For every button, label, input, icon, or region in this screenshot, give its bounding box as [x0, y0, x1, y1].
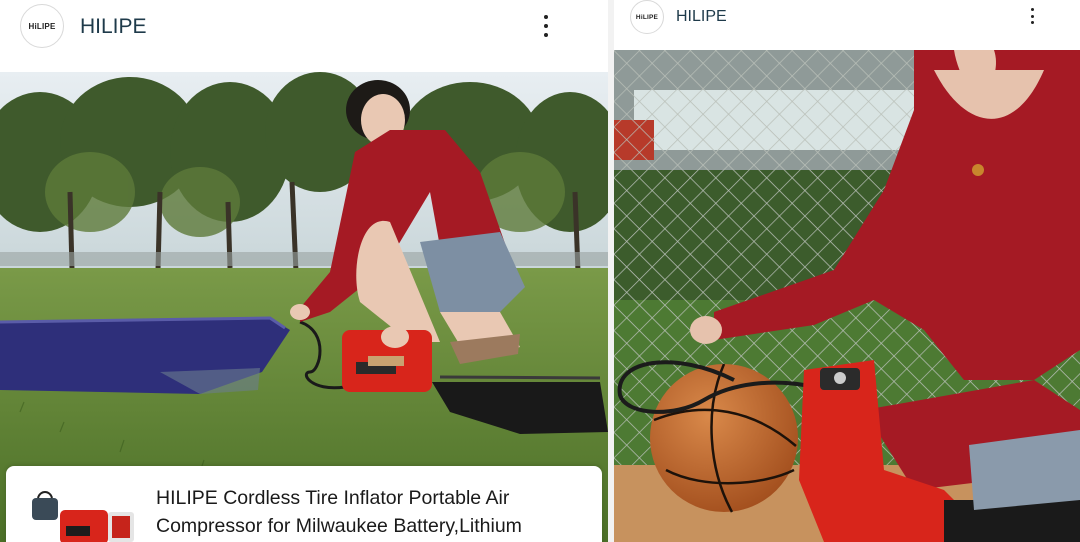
kebab-menu-icon[interactable]	[540, 15, 552, 37]
product-card[interactable]: HILIPE Cordless Tire Inflator Portable A…	[6, 466, 602, 542]
brand-name[interactable]: HILIPE	[80, 15, 147, 39]
basketball-scene-illustration	[614, 50, 1080, 542]
post-right: HiLIPE HILIPE	[614, 0, 1080, 542]
post-header: HiLIPE HILIPE	[0, 0, 608, 72]
post-left: HiLIPE HILIPE HILIPE Cordless Tire Infla…	[0, 0, 608, 542]
brand-avatar[interactable]: HiLIPE	[630, 0, 664, 34]
brand-avatar[interactable]: HiLIPE	[20, 4, 64, 48]
post-photo[interactable]	[614, 50, 1080, 542]
product-thumbnail	[32, 491, 134, 542]
post-header: HiLIPE HILIPE	[614, 0, 1080, 50]
brand-name[interactable]: HILIPE	[676, 8, 727, 26]
product-title[interactable]: HILIPE Cordless Tire Inflator Portable A…	[156, 484, 586, 540]
kebab-menu-icon[interactable]	[1027, 8, 1037, 24]
